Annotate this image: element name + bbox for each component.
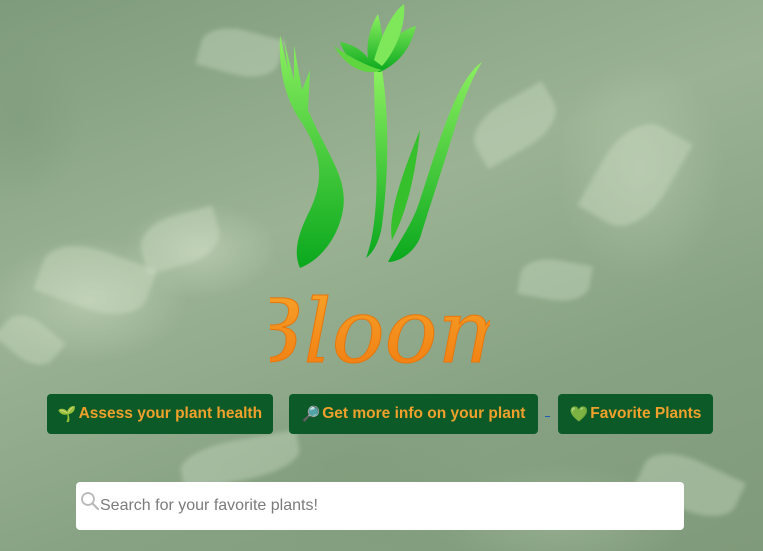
assess-button-label: Assess your plant health bbox=[78, 405, 263, 422]
seedling-icon: 🌱 bbox=[57, 406, 77, 423]
favorites-button-label: Favorite Plants bbox=[590, 405, 702, 422]
search-input[interactable] bbox=[100, 491, 670, 521]
hand-holding-tulip-icon: Bloom bbox=[236, 4, 522, 384]
brand-name: Bloom bbox=[270, 280, 490, 380]
search-bar[interactable] bbox=[76, 482, 684, 530]
search-icon bbox=[81, 492, 100, 511]
info-button-label: Get more info on your plant bbox=[322, 405, 526, 422]
plant-info-button[interactable]: 🔎 Get more info on your plant bbox=[289, 394, 538, 434]
assess-plant-health-button[interactable]: 🌱 Assess your plant health bbox=[47, 394, 273, 434]
bloom-logo[interactable]: Bloom bbox=[236, 0, 522, 384]
green-heart-icon: 💚 bbox=[569, 406, 589, 423]
link-separator bbox=[545, 416, 550, 417]
magnifier-icon: 🔎 bbox=[301, 406, 321, 423]
favorite-plants-button[interactable]: 💚 Favorite Plants bbox=[558, 394, 713, 434]
main-nav: 🌱 Assess your plant health 🔎 Get more in… bbox=[0, 394, 763, 434]
